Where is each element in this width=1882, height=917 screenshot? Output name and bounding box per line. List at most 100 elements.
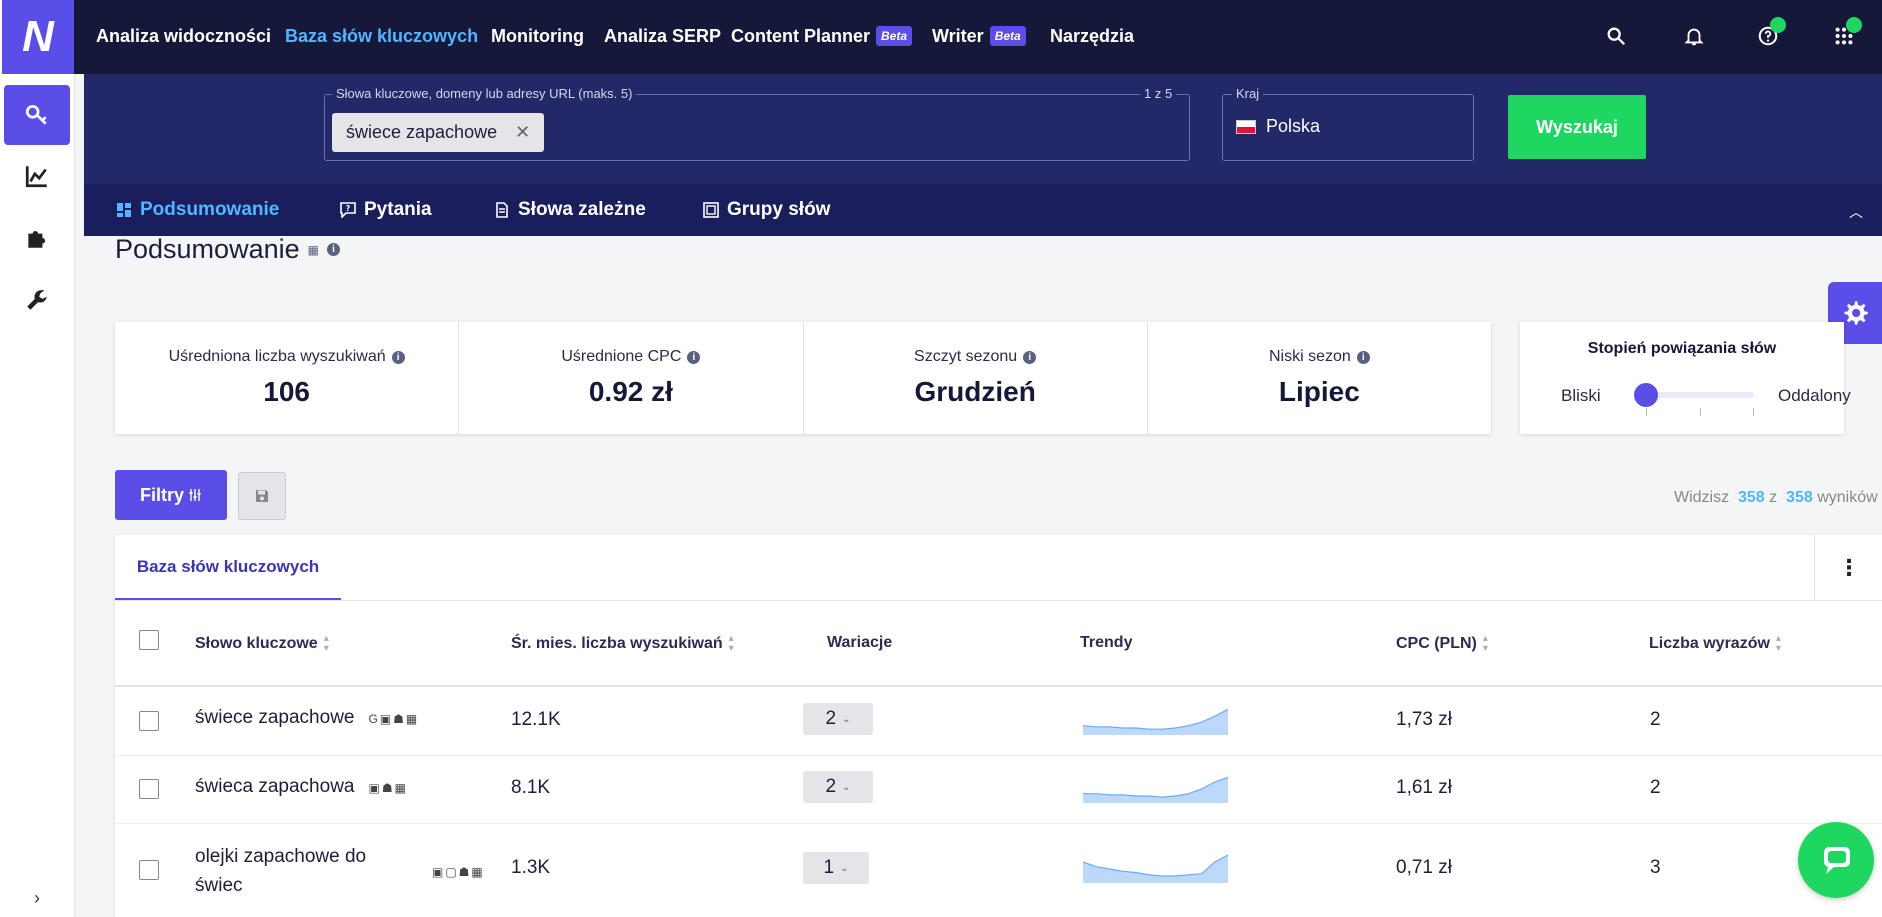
close-icon[interactable]: ✕	[515, 122, 530, 143]
table-row-keyword[interactable]: olejki zapachowe do świec	[195, 842, 366, 900]
sidebar-item-tools[interactable]	[4, 270, 70, 330]
info-icon[interactable]: i	[1356, 350, 1370, 364]
stat-avg-searches: Uśredniona liczba wyszukiwań i 106	[115, 322, 460, 434]
country-selected-value: Polska	[1236, 116, 1320, 137]
nav-item-writer[interactable]: Writer Beta	[932, 24, 1026, 48]
search-icon[interactable]	[1600, 20, 1632, 52]
variations-dropdown[interactable]: 2 ⌄	[803, 771, 873, 803]
sort-icon[interactable]: ▴ ▾	[1776, 634, 1781, 654]
sidebar-item-keywords[interactable]	[4, 85, 70, 145]
keywords-counter: 1 z 5	[1140, 86, 1177, 101]
row-divider	[115, 755, 1882, 756]
question-bubble-icon: ?	[340, 202, 356, 218]
nav-item-monitoring[interactable]: Monitoring	[491, 24, 584, 48]
stat-peak-season: Szczyt sezonu i Grudzień	[804, 322, 1148, 434]
select-all-checkbox[interactable]	[139, 630, 159, 650]
nav-item-tools[interactable]: Narzędzia	[1050, 24, 1134, 48]
column-header-trends: Trendy	[1080, 634, 1133, 651]
word-relation-title: Stopień powiązania słów	[1587, 340, 1777, 357]
gear-icon	[1844, 301, 1868, 325]
sidebar-expand-chevron-icon[interactable]: ›	[20, 885, 54, 911]
keyword-chip[interactable]: świece zapachowe ✕	[332, 113, 545, 152]
info-icon[interactable]: i	[687, 350, 701, 364]
poland-flag-icon	[1236, 119, 1256, 134]
relation-slider-handle[interactable]	[1634, 383, 1658, 407]
tab-keyword-base[interactable]: Baza słów kluczowych	[115, 535, 341, 601]
search-button[interactable]: Wyszukaj	[1508, 95, 1646, 159]
notification-dot	[1846, 17, 1862, 33]
nav-item-serp[interactable]: Analiza SERP	[604, 24, 721, 48]
collapse-chevron-up-icon[interactable]: ︿	[1846, 202, 1866, 222]
bell-icon[interactable]	[1678, 20, 1710, 52]
summary-stats: Uśredniona liczba wyszukiwań i 106 Uśredn…	[115, 322, 1491, 434]
stat-avg-cpc: Uśrednione CPC i 0.92 zł	[459, 322, 804, 434]
tab-related-words[interactable]: Słowa zależne	[494, 198, 646, 222]
table-row-cpc: 0,71 zł	[1396, 857, 1452, 878]
row-checkbox[interactable]	[139, 779, 159, 799]
filters-button[interactable]: Filtry	[115, 470, 227, 520]
nav-item-content-planner[interactable]: Content Planner Beta	[731, 24, 913, 48]
relation-slider-track[interactable]	[1644, 392, 1754, 398]
app-logo[interactable]: N	[2, 0, 74, 74]
column-header-word-count[interactable]: Liczba wyrazów ▴ ▾	[1649, 634, 1781, 654]
puzzle-icon	[28, 230, 46, 248]
serp-features-icons: G▣☗▦	[368, 712, 420, 726]
trend-sparkline	[1083, 708, 1228, 735]
table-row-cpc: 1,61 zł	[1396, 777, 1452, 798]
results-count: Widzisz 358 z 358 wyników	[1674, 489, 1878, 506]
tab-summary[interactable]: Podsumowanie	[116, 198, 279, 222]
notification-dot	[1770, 17, 1786, 33]
table-row-volume: 8.1K	[511, 777, 551, 798]
save-filters-button[interactable]	[238, 472, 286, 520]
row-divider	[115, 823, 1882, 824]
tab-word-groups[interactable]: Grupy słów	[703, 198, 830, 222]
slider-tick	[1646, 408, 1647, 416]
table-row-word-count: 3	[1650, 857, 1661, 878]
row-checkbox[interactable]	[139, 860, 159, 880]
chat-support-button[interactable]	[1798, 822, 1874, 898]
sort-icon[interactable]: ▴ ▾	[324, 634, 329, 654]
variations-dropdown[interactable]: 2 ⌄	[803, 703, 873, 735]
trend-area	[1083, 777, 1228, 803]
serp-features-icons: ▣☗▦	[368, 781, 408, 795]
column-header-keyword[interactable]: Słowo kluczowe ▴ ▾	[195, 634, 329, 654]
more-options-icon[interactable]: ⋮	[1814, 535, 1882, 600]
chevron-down-icon: ⌄	[842, 713, 851, 725]
sort-icon[interactable]: ▴ ▾	[729, 634, 734, 654]
info-icon[interactable]: i	[1023, 350, 1037, 364]
table-row-keyword[interactable]: świeca zapachowa ▣☗▦	[195, 776, 408, 798]
sliders-icon	[189, 489, 201, 501]
table-row-volume: 12.1K	[511, 709, 561, 730]
trend-area	[1083, 709, 1228, 735]
table-row-cpc: 1,73 zł	[1396, 709, 1452, 730]
slider-tick	[1700, 408, 1701, 416]
word-relation-card	[1520, 322, 1844, 434]
slider-tick	[1753, 408, 1754, 416]
serp-features-icons: ▣▢☗▦	[432, 865, 485, 879]
column-header-cpc[interactable]: CPC (PLN) ▴ ▾	[1396, 634, 1488, 654]
sidebar-item-analytics[interactable]	[4, 146, 70, 206]
tab-questions[interactable]: ? Pytania	[340, 198, 432, 222]
table-row-word-count: 2	[1650, 709, 1661, 730]
info-icon[interactable]: i	[326, 243, 340, 256]
column-header-volume[interactable]: Śr. mies. liczba wyszukiwań ▴ ▾	[511, 634, 734, 654]
nav-item-visibility[interactable]: Analiza widoczności	[96, 24, 271, 48]
trend-sparkline	[1083, 776, 1228, 803]
nav-item-keyword-base[interactable]: Baza słów kluczowych	[285, 24, 478, 48]
row-checkbox[interactable]	[139, 711, 159, 731]
stat-low-season: Niski sezon i Lipiec	[1148, 322, 1491, 434]
sidebar-item-extensions[interactable]	[4, 208, 70, 268]
info-icon[interactable]: i	[391, 350, 405, 364]
sort-icon[interactable]: ▴ ▾	[1483, 634, 1488, 654]
chat-bubble-icon	[1824, 847, 1850, 874]
relation-near-label: Bliski	[1561, 386, 1601, 405]
keywords-input-label: Słowa kluczowe, domeny lub adresy URL (m…	[332, 86, 637, 101]
key-icon	[25, 104, 47, 125]
variations-dropdown[interactable]: 1 ⌄	[803, 852, 869, 884]
floppy-disk-icon	[256, 490, 268, 502]
video-icon[interactable]: ▦	[308, 243, 319, 257]
table-row-keyword[interactable]: świece zapachowe G▣☗▦	[195, 707, 419, 729]
trend-sparkline	[1083, 854, 1228, 883]
beta-badge: Beta	[876, 26, 913, 46]
document-icon	[496, 202, 508, 218]
